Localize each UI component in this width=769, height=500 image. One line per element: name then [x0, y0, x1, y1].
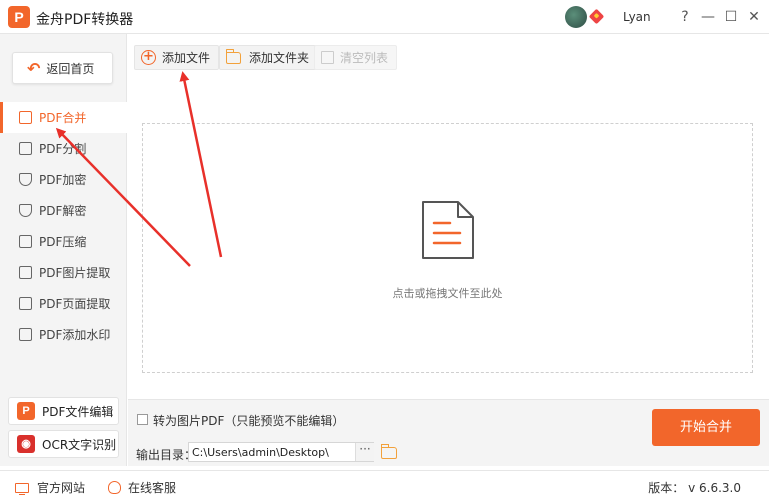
output-options-panel: 转为图片PDF（只能预览不能编辑） 输出目录： C:\Users\admin\D… — [128, 399, 769, 466]
add-folder-label: 添加文件夹 — [249, 51, 310, 65]
back-home-label: 返回首页 — [46, 61, 95, 76]
file-drop-zone[interactable]: 点击或拖拽文件至此处 — [142, 123, 753, 373]
to-image-pdf-label[interactable]: 转为图片PDF（只能预览不能编辑） — [153, 412, 344, 429]
official-website-link[interactable]: 官方网站 — [15, 479, 85, 496]
clear-list-label: 清空列表 — [340, 51, 389, 65]
sidebar-item-label: PDF压缩 — [39, 235, 87, 249]
sidebar: ↶ 返回首页 PDF合并 PDF分割 PDF加密 PDF解密 PDF压缩 PDF… — [0, 34, 127, 466]
help-button[interactable]: ? — [676, 8, 694, 26]
title-bar: P 金舟PDF转换器 Lyan ? — ☐ ✕ — [0, 0, 769, 34]
monitor-icon — [15, 482, 29, 495]
sidebar-item-label: PDF图片提取 — [39, 266, 111, 280]
sidebar-item-label: PDF解密 — [39, 204, 87, 218]
sidebar-item-pdf-decrypt[interactable]: PDF解密 — [0, 195, 127, 226]
add-file-label: 添加文件 — [162, 51, 211, 65]
unlock-shield-icon — [19, 204, 32, 217]
sidebar-item-pdf-page-extract[interactable]: PDF页面提取 — [0, 288, 127, 319]
close-button[interactable]: ✕ — [745, 8, 763, 26]
output-dir-field[interactable]: C:\Users\admin\Desktop\ — [188, 442, 374, 462]
pdf-editor-icon: P — [17, 402, 35, 420]
online-service-label: 在线客服 — [128, 481, 177, 495]
sidebar-item-label: PDF分割 — [39, 142, 87, 156]
ocr-button[interactable]: ◉ OCR文字识别 — [8, 430, 119, 458]
sidebar-item-pdf-compress[interactable]: PDF压缩 — [0, 226, 127, 257]
sidebar-item-pdf-split[interactable]: PDF分割 — [0, 133, 127, 164]
sidebar-item-pdf-image-extract[interactable]: PDF图片提取 — [0, 257, 127, 288]
to-image-pdf-checkbox[interactable] — [137, 414, 148, 425]
plus-circle-icon: + — [141, 50, 156, 65]
back-home-button[interactable]: ↶ 返回首页 — [12, 52, 113, 84]
status-bar: 官方网站 在线客服 版本： v 6.6.3.0 — [0, 470, 769, 500]
browse-button[interactable]: ··· — [355, 443, 374, 461]
image-icon — [19, 266, 32, 279]
ocr-label: OCR文字识别 — [42, 437, 117, 452]
sidebar-item-pdf-merge[interactable]: PDF合并 — [0, 102, 127, 133]
shield-icon — [19, 173, 32, 186]
watermark-icon — [19, 328, 32, 341]
compress-icon — [19, 235, 32, 248]
sidebar-item-label: PDF加密 — [39, 173, 87, 187]
username[interactable]: Lyan — [623, 10, 651, 24]
sidebar-nav: PDF合并 PDF分割 PDF加密 PDF解密 PDF压缩 PDF图片提取 PD… — [0, 102, 127, 350]
merge-icon — [19, 111, 32, 124]
version-text: 版本： v 6.6.3.0 — [648, 481, 741, 495]
sidebar-item-pdf-watermark[interactable]: PDF添加水印 — [0, 319, 127, 350]
sidebar-item-label: PDF添加水印 — [39, 328, 111, 342]
clear-list-button[interactable]: 清空列表 — [314, 45, 398, 70]
app-logo: P — [8, 6, 30, 28]
add-file-button[interactable]: + 添加文件 — [134, 45, 220, 70]
start-merge-button[interactable]: 开始合并 — [652, 409, 760, 446]
document-icon — [422, 201, 474, 259]
drop-hint-text: 点击或拖拽文件至此处 — [392, 287, 503, 300]
ocr-eye-icon: ◉ — [17, 435, 35, 453]
pdf-editor-button[interactable]: P PDF文件编辑 — [8, 397, 119, 425]
output-dir-label: 输出目录： — [136, 448, 197, 462]
sidebar-item-pdf-encrypt[interactable]: PDF加密 — [0, 164, 127, 195]
back-arrow-icon: ↶ — [27, 58, 41, 78]
pdf-editor-label: PDF文件编辑 — [42, 404, 114, 419]
sidebar-item-label: PDF页面提取 — [39, 297, 111, 311]
minimize-button[interactable]: — — [699, 8, 717, 26]
official-website-label: 官方网站 — [37, 481, 86, 495]
vip-badge-icon[interactable] — [588, 8, 605, 25]
online-service-link[interactable]: 在线客服 — [108, 479, 176, 496]
folder-icon — [225, 48, 241, 64]
sidebar-item-label: PDF合并 — [39, 111, 87, 125]
split-icon — [19, 142, 32, 155]
add-folder-button[interactable]: 添加文件夹 — [219, 45, 319, 70]
page-icon — [19, 297, 32, 310]
trash-icon — [321, 51, 334, 64]
app-title: 金舟PDF转换器 — [36, 12, 134, 28]
customer-service-icon — [108, 481, 121, 494]
open-folder-icon[interactable] — [380, 444, 397, 459]
user-avatar[interactable] — [565, 6, 587, 28]
maximize-button[interactable]: ☐ — [722, 8, 740, 26]
